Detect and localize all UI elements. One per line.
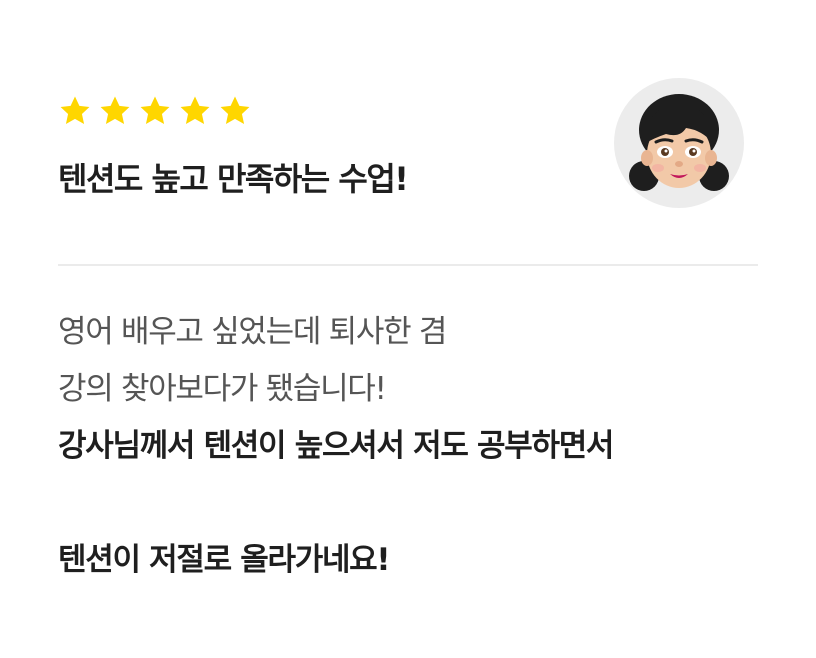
review-line: 강의 찾아보다가 됐습니다! (58, 371, 387, 407)
girl-avatar-icon (614, 78, 744, 208)
star-icon (140, 96, 170, 125)
review-line: 텐션이 저절로 올라가네요! (58, 542, 391, 578)
review-line-blank (58, 475, 778, 532)
star-icon (220, 96, 250, 125)
divider (58, 264, 758, 266)
review-body: 영어 배우고 싶었는데 퇴사한 겸 강의 찾아보다가 됐습니다! 강사님께서 텐… (58, 304, 778, 589)
review-line: 영어 배우고 싶었는데 퇴사한 겸 (58, 314, 447, 350)
star-icon (60, 96, 90, 125)
review-card: 텐션도 높고 만족하는 수업! 영어 배우고 싶었는데 퇴사한 겸 강의 찾아보… (0, 0, 816, 658)
star-icon (100, 96, 130, 125)
star-rating (57, 94, 253, 128)
review-title: 텐션도 높고 만족하는 수업! (58, 160, 409, 198)
star-icon (180, 96, 210, 125)
review-line: 강사님께서 텐션이 높으셔서 저도 공부하면서 (58, 428, 614, 464)
